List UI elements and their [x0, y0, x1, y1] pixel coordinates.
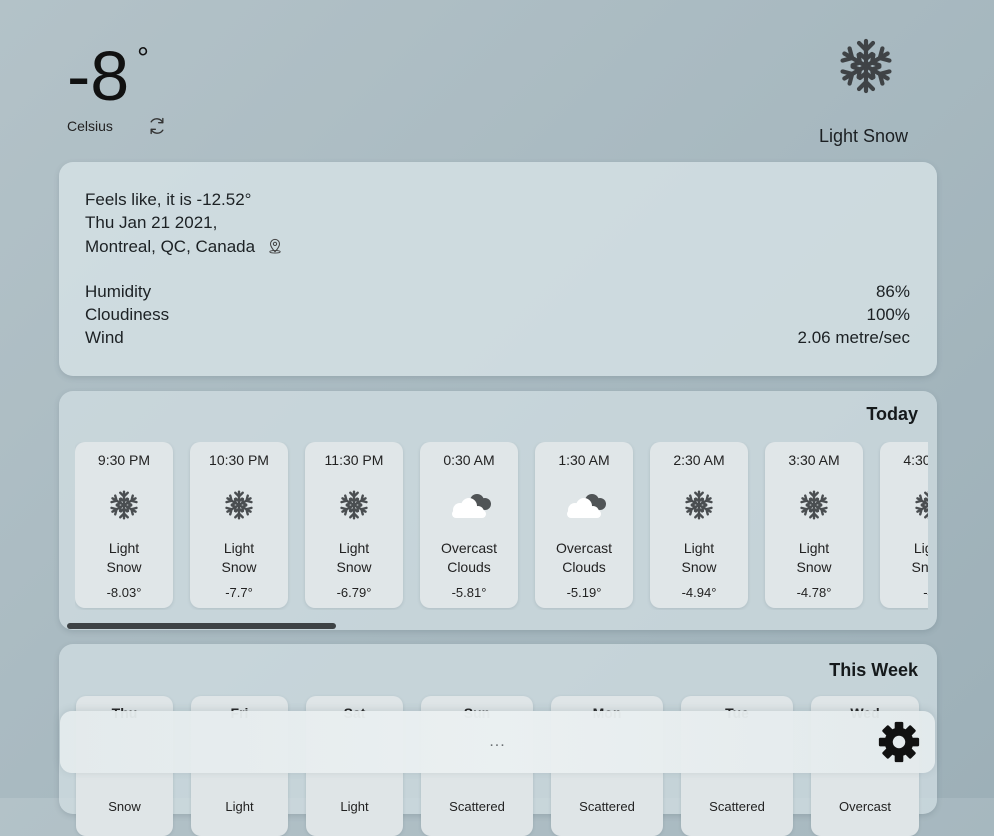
cloud-icon — [567, 494, 606, 518]
hour-condition-line2: Snow — [336, 559, 372, 575]
hour-condition: Light Snow — [765, 539, 863, 577]
hour-card[interactable]: 10:30 PM Light Snow -7.7° — [190, 442, 288, 608]
location-text: Montreal, QC, Canada — [85, 237, 256, 256]
humidity-row: Humidity 86% — [85, 282, 910, 304]
hour-condition-line2: Snow — [106, 559, 142, 575]
cloudiness-row: Cloudiness 100% — [85, 305, 910, 327]
hour-temperature: -4.78° — [796, 585, 832, 600]
snowflake-icon — [836, 38, 896, 96]
degree-symbol: ° — [137, 42, 149, 75]
hour-temperature: -5.19° — [566, 585, 602, 600]
date-text: Thu Jan 21 2021, — [85, 213, 218, 232]
hour-condition-line1: Overcast — [440, 540, 497, 556]
unit-label[interactable]: Celsius — [67, 118, 113, 134]
hour-temperature: -4 — [923, 585, 928, 600]
hour-condition: Overcast Clouds — [535, 539, 633, 577]
hour-condition-line1: Light — [683, 540, 715, 556]
gear-icon[interactable] — [876, 719, 922, 765]
wind-row: Wind 2.06 metre/sec — [85, 328, 910, 350]
week-title: This Week — [829, 660, 918, 680]
hour-condition-line2: Snow — [911, 559, 928, 575]
day-condition: Overcast — [838, 799, 891, 814]
hour-card[interactable]: 9:30 PM Light Snow -8.03° — [75, 442, 173, 608]
snowflake-icon — [340, 490, 368, 520]
day-condition: Snow — [108, 799, 141, 814]
hour-condition-line1: Light — [913, 540, 928, 556]
hour-card[interactable]: 4:30 AM Light Snow -4 — [880, 442, 928, 608]
hour-condition: Light Snow — [75, 539, 173, 577]
hour-temperature: -4.94° — [681, 585, 717, 600]
hour-condition-line1: Light — [798, 540, 830, 556]
today-title: Today — [866, 404, 918, 424]
day-condition: Light — [225, 799, 254, 814]
feels-like-text: Feels like, it is -12.52° — [85, 190, 252, 209]
hour-temperature: -7.7° — [225, 585, 253, 600]
cloud-icon — [452, 494, 491, 518]
day-condition: Scattered — [579, 799, 635, 814]
temperature-value: -8 — [67, 37, 130, 115]
condition-label: Light Snow — [818, 126, 908, 146]
hour-card[interactable]: 3:30 AM Light Snow -4.78° — [765, 442, 863, 608]
details-card: Feels like, it is -12.52° Thu Jan 21 202… — [59, 162, 937, 376]
bottom-bar: ... — [60, 711, 935, 773]
snowflake-icon — [225, 490, 253, 520]
hour-condition-line2: Snow — [796, 559, 832, 575]
horizontal-scrollbar[interactable] — [67, 623, 336, 629]
hour-temperature: -8.03° — [106, 585, 142, 600]
hour-condition: Overcast Clouds — [420, 539, 518, 577]
hour-condition: Light Snow — [880, 539, 928, 577]
hour-temperature: -6.79° — [336, 585, 372, 600]
hour-card[interactable]: 0:30 AM Overcast Clouds -5.81° — [420, 442, 518, 608]
hour-time: 1:30 AM — [558, 452, 610, 468]
hour-time: 10:30 PM — [209, 452, 269, 468]
hour-condition-line2: Snow — [681, 559, 717, 575]
hour-time: 2:30 AM — [673, 452, 725, 468]
hour-condition-line2: Clouds — [562, 559, 606, 575]
location-line: Montreal, QC, Canada — [85, 236, 284, 257]
humidity-value: 86% — [875, 282, 910, 301]
hour-condition-line1: Overcast — [555, 540, 612, 556]
hour-condition-line1: Light — [338, 540, 370, 556]
hour-card[interactable]: 1:30 AM Overcast Clouds -5.19° — [535, 442, 633, 608]
refresh-icon[interactable] — [147, 116, 167, 136]
hour-condition-line2: Snow — [221, 559, 257, 575]
day-condition: Scattered — [709, 799, 765, 814]
day-condition: Scattered — [449, 799, 505, 814]
hour-condition: Light Snow — [190, 539, 288, 577]
snowflake-icon — [685, 490, 713, 520]
snowflake-icon — [915, 491, 928, 519]
hour-temperature: -5.81° — [451, 585, 487, 600]
hour-condition-line1: Light — [108, 540, 140, 556]
cloudiness-value: 100% — [866, 305, 910, 324]
hour-time: 9:30 PM — [97, 452, 151, 468]
hour-time: 11:30 PM — [324, 452, 384, 468]
hour-condition: Light Snow — [650, 539, 748, 577]
hour-time: 3:30 AM — [788, 452, 840, 468]
hourly-forecast-strip[interactable]: 9:30 PM Light Snow -8.03° 10:30 PM Light Snow -… — [75, 442, 928, 610]
hour-condition-line2: Clouds — [447, 559, 491, 575]
hour-card[interactable]: 11:30 PM Light Snow -6.79° — [305, 442, 403, 608]
more-button[interactable]: ... — [60, 733, 935, 751]
cloudiness-label: Cloudiness — [85, 305, 170, 324]
hour-condition-line1: Light — [223, 540, 255, 556]
hour-time: 4:30 AM — [903, 452, 928, 468]
snowflake-icon — [110, 490, 138, 520]
hour-card[interactable]: 2:30 AM Light Snow -4.94° — [650, 442, 748, 608]
today-forecast-card: Today 9:30 PM Light Snow -8.03° 10:30 PM Ligh… — [59, 391, 937, 630]
snowflake-icon — [800, 490, 828, 520]
humidity-label: Humidity — [85, 282, 152, 301]
day-condition: Light — [340, 799, 369, 814]
wind-label: Wind — [85, 328, 124, 347]
wind-value: 2.06 metre/sec — [797, 328, 910, 347]
hour-condition: Light Snow — [305, 539, 403, 577]
hour-time: 0:30 AM — [443, 452, 495, 468]
location-pin-icon[interactable] — [266, 236, 284, 254]
